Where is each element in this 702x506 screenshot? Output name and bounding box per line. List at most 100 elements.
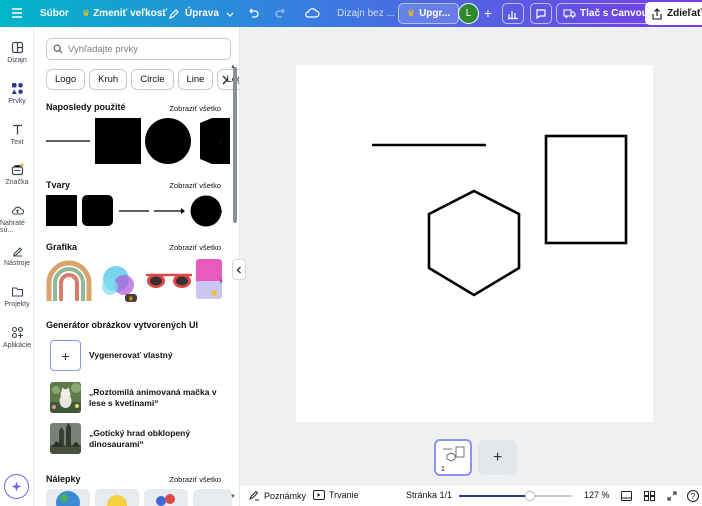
chip-line[interactable]: Line	[177, 69, 214, 90]
chip-circle[interactable]: Circle	[131, 69, 174, 90]
generator-item-castle[interactable]: „Gotický hrad obklopený dinosaurami“	[50, 423, 219, 454]
generator-item-cat[interactable]: „Roztomilá animovaná mačka v lese s kvet…	[50, 382, 219, 413]
rail-item-apps[interactable]: Aplikácie	[0, 326, 34, 349]
rail-item-design[interactable]: Dizajn	[0, 41, 34, 64]
graphics-section-title: Grafika	[46, 242, 78, 252]
generator-section-title: Generátor obrázkov vytvorených UI	[46, 320, 199, 330]
text-icon	[12, 124, 22, 135]
zoom-slider-knob[interactable]	[525, 491, 536, 501]
menu-icon[interactable]	[10, 6, 24, 20]
search-icon	[53, 44, 63, 54]
recent-square	[95, 118, 141, 164]
elements-icon	[11, 83, 23, 94]
rail-item-elements[interactable]: Prvky	[0, 82, 34, 105]
fullscreen-icon[interactable]	[667, 491, 677, 501]
top-toolbar: Súbor ♛ Zmeniť veľkosť Úprava Dizajn bez…	[0, 0, 702, 27]
search-box[interactable]	[46, 38, 231, 60]
panel-scrollbar[interactable]	[233, 67, 237, 223]
plus-icon: +	[492, 448, 503, 466]
suggestion-chips: Logo Kruh Circle Line Logo	[46, 69, 239, 90]
left-nav-rail: Dizajn Prvky Text Značka Nahraté sú... N…	[0, 27, 34, 506]
resize-button[interactable]: ♛ Zmeniť veľkosť	[82, 0, 167, 27]
undo-icon[interactable]	[246, 6, 260, 23]
cloud-save-icon[interactable]	[304, 6, 320, 23]
rail-item-tools[interactable]: Nástroje	[0, 244, 34, 267]
shapes-see-all-link[interactable]: Zobraziť všetko	[169, 181, 221, 190]
edit-label: Úprava	[185, 8, 219, 19]
print-label: Tlač s Canvou	[580, 8, 648, 19]
chevron-right-icon[interactable]: ›	[214, 134, 228, 148]
rail-item-projects[interactable]: Projekty	[0, 285, 34, 308]
generate-custom-button[interactable]: + Vygenerovať vlastný	[50, 340, 219, 371]
insights-button[interactable]	[502, 3, 524, 24]
pages-view-icon[interactable]	[621, 491, 632, 501]
notes-button[interactable]: Poznámky	[249, 490, 306, 501]
collapse-panel-button[interactable]	[232, 259, 246, 280]
bottom-toolbar: Poznámky Trvanie Stránka 1/1 127 % ?	[240, 486, 702, 506]
sparkle-icon	[11, 481, 22, 492]
upgrade-label: Upgr...	[419, 8, 451, 19]
graphics-see-all-link[interactable]: Zobraziť všetko	[169, 243, 221, 252]
chevron-right-icon[interactable]	[220, 74, 230, 86]
page-number: 1	[441, 466, 445, 473]
cat-thumbnail	[50, 382, 81, 413]
rail-item-uploads[interactable]: Nahraté sú...	[0, 204, 34, 234]
page-indicator[interactable]: Stránka 1/1	[406, 490, 452, 500]
recent-circle	[145, 118, 191, 164]
shape-rounded-square	[82, 195, 113, 226]
crown-icon: ♛	[82, 8, 91, 18]
recent-section-title: Naposledy použité	[46, 102, 126, 112]
page-thumbnail[interactable]: 1	[434, 439, 472, 476]
resize-label: Zmeniť veľkosť	[93, 8, 168, 19]
scroll-down-arrow-icon[interactable]: ▼	[230, 494, 236, 500]
rail-label: Text	[10, 139, 24, 146]
add-collaborator-icon[interactable]: +	[480, 5, 496, 21]
upgrade-button[interactable]: ♛ Upgr...	[398, 3, 460, 24]
chevron-right-icon[interactable]: ›	[214, 204, 228, 218]
chip-logo[interactable]: Logo	[46, 69, 86, 90]
rectangle-element	[544, 134, 628, 245]
grid-view-icon[interactable]	[644, 491, 655, 501]
design-page[interactable]	[296, 65, 653, 422]
truck-icon	[563, 9, 576, 18]
search-input[interactable]	[68, 43, 218, 55]
pencil-icon	[169, 8, 179, 19]
rail-label: Dizajn	[7, 57, 27, 64]
folder-icon	[11, 287, 23, 297]
zoom-level[interactable]: 127 %	[584, 490, 610, 500]
apps-icon	[11, 326, 23, 339]
plus-icon: +	[50, 340, 81, 371]
rail-item-brand[interactable]: Značka	[0, 163, 34, 186]
stickers-see-all-link[interactable]: Zobraziť všetko	[169, 475, 221, 484]
print-with-canva-button[interactable]: Tlač s Canvou	[556, 3, 655, 24]
bar-chart-icon	[508, 10, 518, 19]
notes-icon	[249, 490, 259, 501]
comment-button[interactable]	[530, 3, 552, 24]
redo-icon[interactable]	[274, 6, 288, 23]
upload-icon	[11, 206, 24, 215]
rail-label: Projekty	[4, 301, 30, 308]
share-icon	[652, 7, 662, 20]
chevron-right-icon[interactable]: ›	[214, 274, 228, 288]
add-page-button[interactable]: +	[478, 440, 517, 475]
canvas-workspace: 1 +	[240, 27, 702, 506]
share-button[interactable]: Zdieľať	[645, 2, 702, 25]
rail-label: Značka	[5, 179, 29, 186]
rail-label: Nahraté sú...	[0, 220, 25, 234]
balloons-sticker	[156, 496, 166, 506]
recent-see-all-link[interactable]: Zobraziť všetko	[169, 104, 221, 113]
design-title[interactable]: Dizajn bez ...	[337, 0, 395, 27]
chip-kruh[interactable]: Kruh	[89, 69, 128, 90]
duration-button[interactable]: Trvanie	[313, 490, 359, 500]
edit-menu[interactable]: Úprava	[168, 0, 235, 27]
elements-panel: Logo Kruh Circle Line Logo Naposledy pou…	[34, 27, 240, 506]
help-button[interactable]: ?	[687, 490, 699, 502]
crown-icon: ♛	[407, 8, 416, 18]
rail-item-text[interactable]: Text	[0, 123, 34, 146]
magic-assistant-button[interactable]	[4, 474, 29, 499]
avatar[interactable]: L	[458, 3, 479, 24]
shapes-strip	[46, 195, 222, 227]
file-menu[interactable]: Súbor	[40, 0, 69, 27]
rainbow-graphic	[46, 260, 92, 301]
zoom-slider[interactable]	[459, 491, 572, 501]
